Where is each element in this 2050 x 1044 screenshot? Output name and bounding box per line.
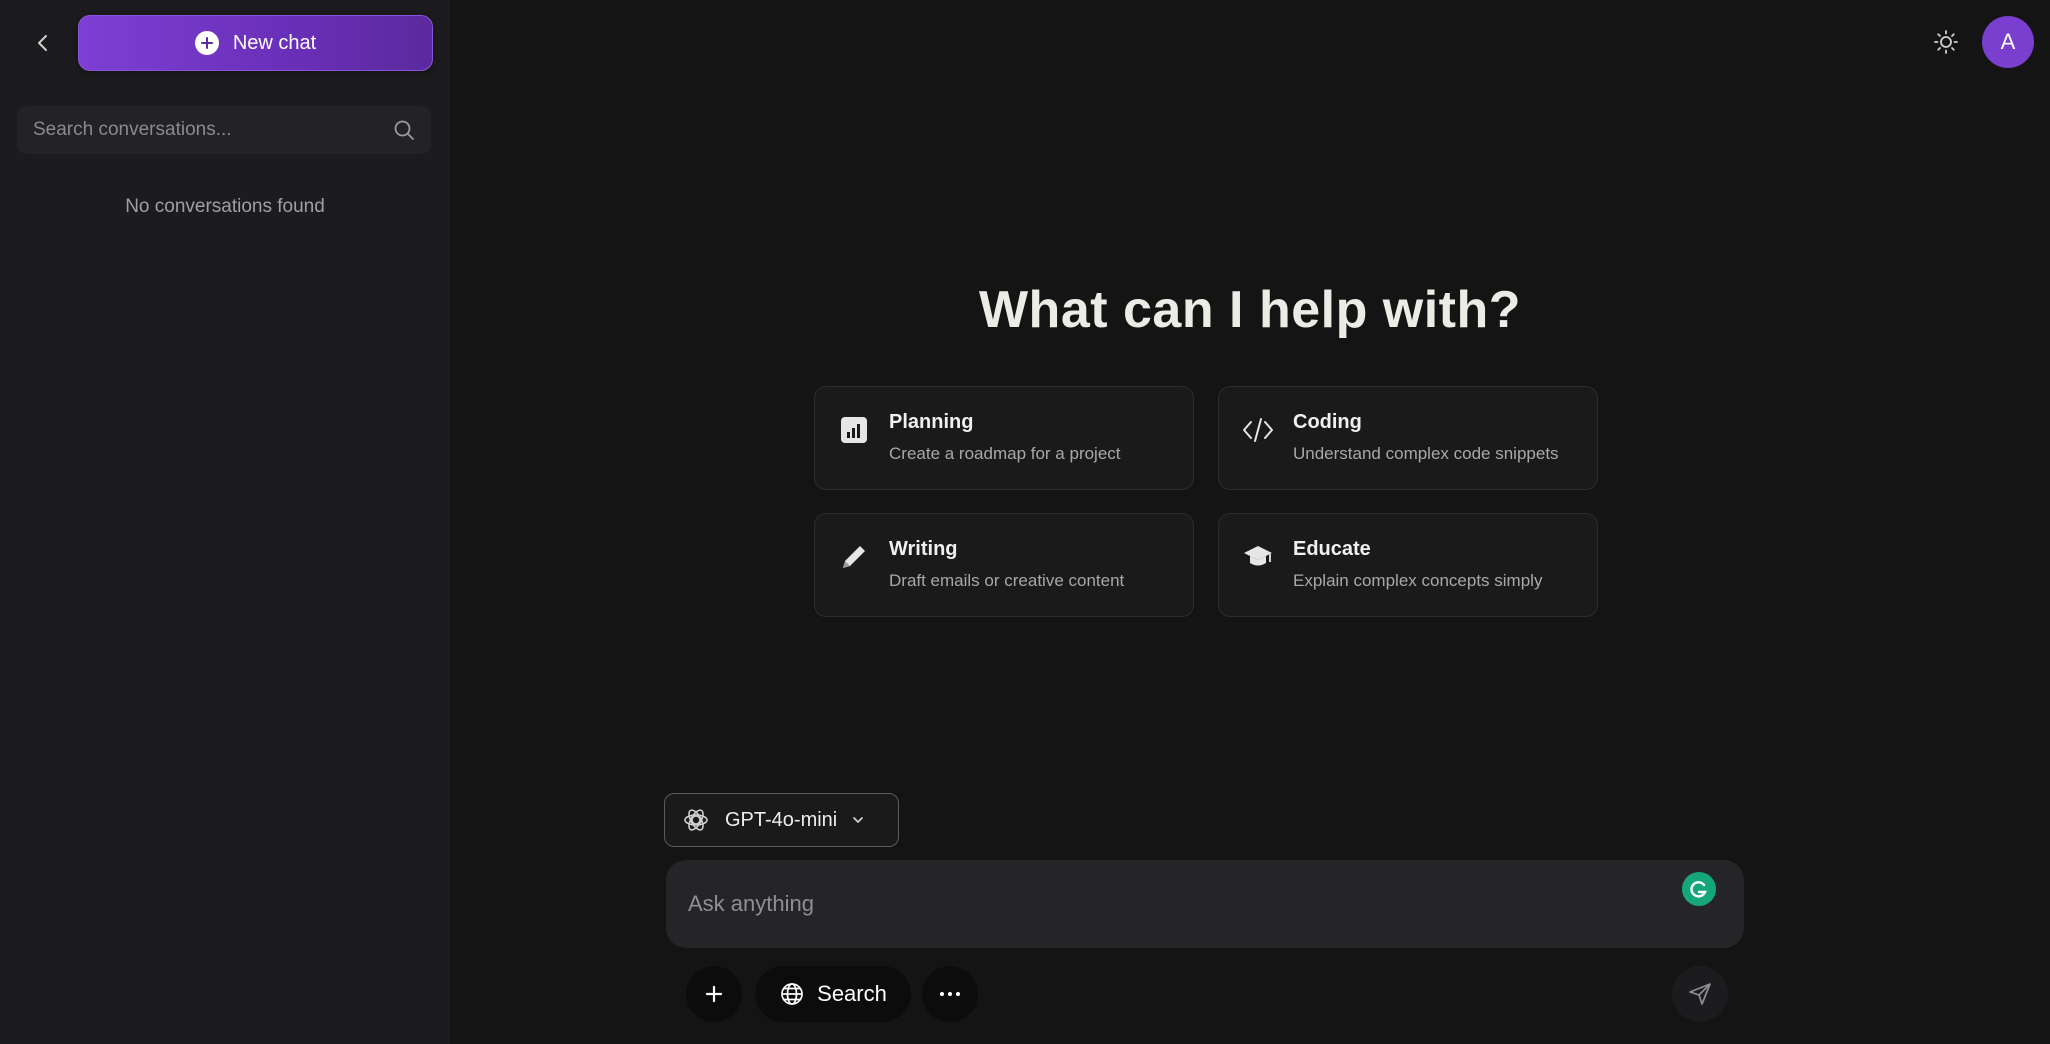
card-coding[interactable]: Coding Understand complex code snippets xyxy=(1218,386,1598,490)
card-writing[interactable]: Writing Draft emails or creative content xyxy=(814,513,1194,617)
attach-button[interactable] xyxy=(686,966,742,1022)
model-name: GPT-4o-mini xyxy=(725,808,838,831)
sun-icon xyxy=(1934,30,1958,54)
grammarly-icon[interactable] xyxy=(1682,872,1716,906)
more-options-button[interactable] xyxy=(922,966,978,1022)
suggestion-cards: Planning Create a roadmap for a project … xyxy=(814,386,1599,617)
card-description: Explain complex concepts simply xyxy=(1293,571,1543,590)
card-title: Educate xyxy=(1293,538,1371,560)
search-input[interactable] xyxy=(33,119,393,141)
page-headline: What can I help with? xyxy=(978,281,1522,339)
chevron-down-icon xyxy=(853,817,864,823)
graduation-cap-icon xyxy=(1241,540,1275,574)
send-icon xyxy=(1689,983,1711,1005)
chevron-left-icon xyxy=(38,35,47,51)
theme-toggle-button[interactable] xyxy=(1930,26,1962,58)
user-avatar[interactable]: A xyxy=(1982,16,2034,68)
web-search-button[interactable]: Search xyxy=(755,966,911,1022)
pencil-icon xyxy=(837,540,871,574)
message-composer xyxy=(666,860,1744,948)
plus-icon xyxy=(705,985,723,1003)
card-description: Understand complex code snippets xyxy=(1293,444,1559,463)
card-title: Planning xyxy=(889,411,974,433)
card-planning[interactable]: Planning Create a roadmap for a project xyxy=(814,386,1194,490)
chart-icon xyxy=(837,413,871,447)
card-description: Create a roadmap for a project xyxy=(889,444,1121,463)
card-title: Coding xyxy=(1293,411,1362,433)
new-chat-button[interactable]: New chat xyxy=(78,15,433,71)
ellipsis-icon xyxy=(940,992,960,996)
collapse-sidebar-button[interactable] xyxy=(26,26,60,60)
card-educate[interactable]: Educate Explain complex concepts simply xyxy=(1218,513,1598,617)
openai-logo-icon xyxy=(684,809,708,831)
main-area: A What can I help with? Planning Create … xyxy=(450,0,2050,1044)
plus-circle-icon xyxy=(194,31,219,55)
message-input[interactable] xyxy=(688,891,1722,917)
model-selector[interactable]: GPT-4o-mini xyxy=(664,793,899,847)
app-root: New chat No conversations found A What c… xyxy=(0,0,2050,1044)
card-description: Draft emails or creative content xyxy=(889,571,1125,590)
code-icon xyxy=(1241,413,1275,447)
sidebar: New chat No conversations found xyxy=(0,0,450,1044)
empty-conversations-text: No conversations found xyxy=(125,196,325,217)
search-icon[interactable] xyxy=(393,119,415,141)
send-button[interactable] xyxy=(1672,966,1728,1022)
card-title: Writing xyxy=(889,538,958,560)
conversation-search xyxy=(17,106,431,154)
new-chat-label: New chat xyxy=(232,31,317,54)
search-label: Search xyxy=(817,981,887,1006)
globe-icon xyxy=(781,983,803,1005)
